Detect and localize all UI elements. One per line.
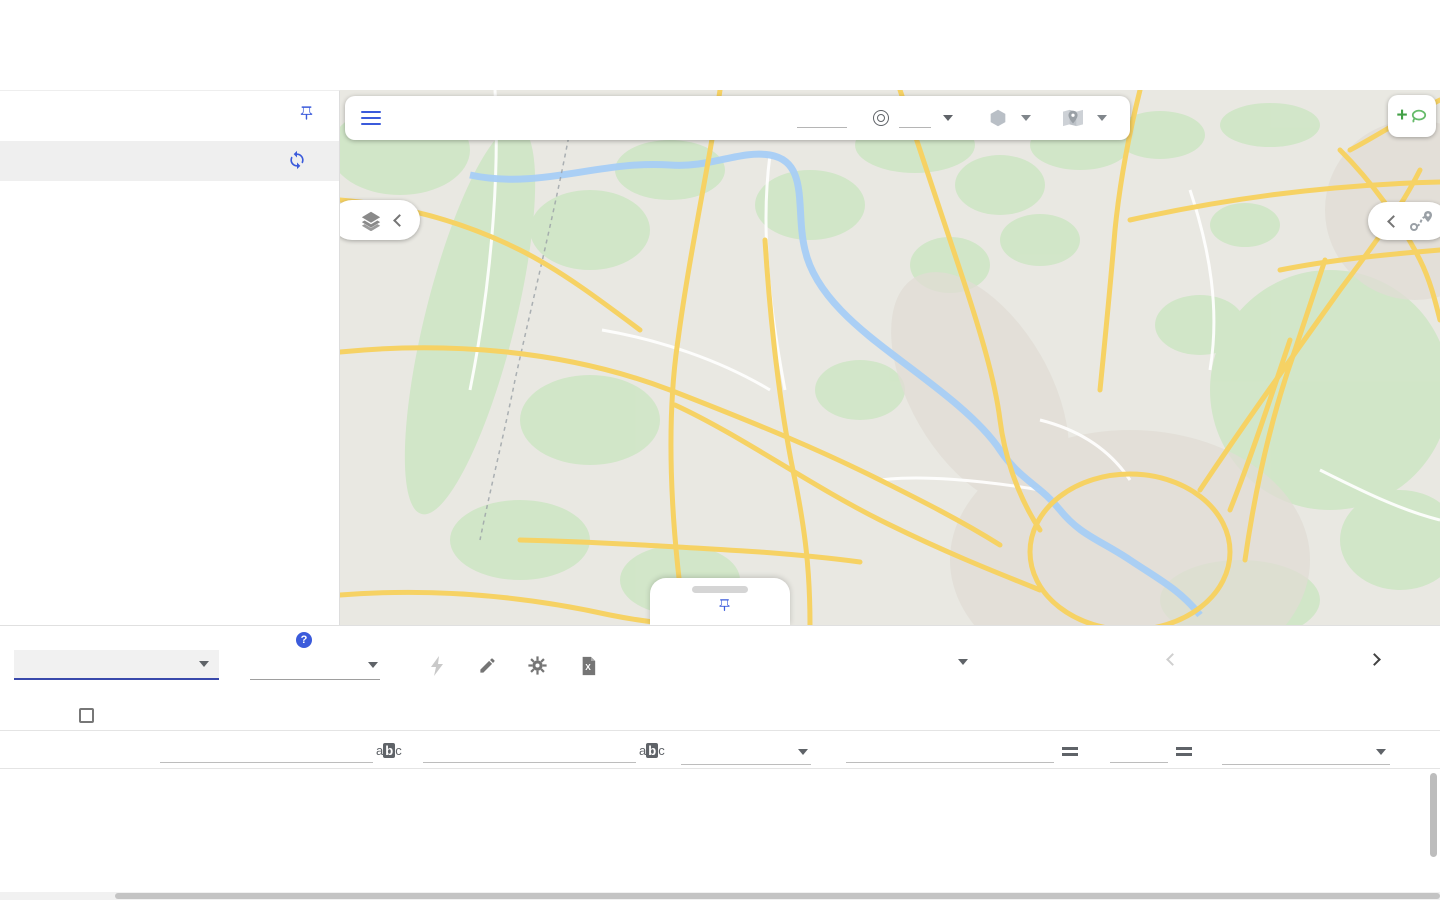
layers-header: [0, 91, 339, 141]
svg-text:X: X: [585, 662, 591, 672]
mode-caret: [368, 662, 378, 668]
mode-select[interactable]: [250, 650, 380, 680]
table-settings-icon[interactable]: [528, 656, 547, 680]
search-input[interactable]: [399, 109, 729, 127]
drag-handle[interactable]: [692, 586, 748, 593]
table-panel: ? X abc abc: [0, 625, 1440, 900]
lasso-add-button[interactable]: +: [1388, 95, 1436, 137]
collapse-route-icon: [1387, 215, 1400, 228]
filter-account-type[interactable]: [681, 764, 811, 765]
route-panel-button[interactable]: [1368, 202, 1440, 240]
prev-page-icon[interactable]: [1166, 653, 1179, 666]
comparator-icon[interactable]: [1062, 747, 1078, 759]
refresh-icon[interactable]: [287, 150, 307, 175]
layers-icon: [359, 209, 383, 231]
status-filter-underline: [1222, 764, 1390, 765]
pin-panel-icon[interactable]: [298, 105, 315, 127]
match-mode-icon[interactable]: abc: [639, 743, 665, 758]
rings-icon: [873, 110, 889, 126]
map-search-bar: [345, 96, 1130, 140]
radius-input[interactable]: [797, 108, 847, 128]
table-header: [0, 701, 1440, 731]
map-canvas[interactable]: +: [340, 90, 1440, 625]
account-type-filter-caret[interactable]: [798, 749, 808, 755]
territory-dropdown-caret[interactable]: [1097, 115, 1107, 121]
edit-icon[interactable]: [478, 656, 497, 680]
pin-table-icon[interactable]: [717, 598, 732, 613]
filter-created-time[interactable]: [846, 737, 1054, 763]
title-bar: [0, 0, 1440, 90]
mode-help-icon[interactable]: ?: [296, 632, 312, 648]
rings-input[interactable]: [899, 108, 931, 128]
rows-per-page-caret[interactable]: [958, 659, 968, 665]
table-view-tab[interactable]: [650, 578, 790, 625]
object-caret: [199, 661, 209, 667]
select-all-checkbox[interactable]: [79, 708, 94, 723]
export-excel-icon[interactable]: X: [580, 656, 597, 681]
filter-phone[interactable]: [423, 737, 636, 763]
status-filter-caret[interactable]: [1376, 749, 1386, 755]
horizontal-scrollbar-track[interactable]: [0, 892, 1440, 900]
object-select[interactable]: [14, 650, 219, 680]
layer-switcher-button[interactable]: [340, 200, 420, 240]
lasso-icon: [1410, 108, 1428, 124]
filter-account-name[interactable]: [160, 737, 373, 763]
next-page-icon[interactable]: [1368, 653, 1381, 666]
source-row: [0, 141, 339, 181]
layers-panel: [0, 90, 340, 625]
filter-row: abc abc: [0, 731, 1440, 769]
collapse-left-icon: [393, 214, 406, 227]
filter-distance[interactable]: [1110, 737, 1168, 763]
hexagon-dropdown-caret[interactable]: [1021, 115, 1031, 121]
territory-map-icon[interactable]: [1061, 108, 1085, 128]
map-background: [340, 90, 1440, 625]
comparator-icon[interactable]: [1176, 747, 1192, 759]
screenshot-root: +: [0, 0, 1440, 900]
plus-icon: +: [1396, 105, 1407, 127]
table-body: [0, 769, 1440, 900]
menu-icon[interactable]: [361, 107, 381, 128]
rings-dropdown-caret[interactable]: [943, 115, 953, 121]
bulk-action-icon[interactable]: [430, 656, 446, 681]
horizontal-scrollbar-thumb[interactable]: [115, 893, 1440, 899]
route-icon: [1408, 210, 1434, 232]
vertical-scrollbar[interactable]: [1430, 773, 1437, 857]
match-mode-icon[interactable]: abc: [376, 743, 402, 758]
hexagon-region-icon[interactable]: [987, 107, 1009, 129]
layer-links: [0, 181, 339, 219]
